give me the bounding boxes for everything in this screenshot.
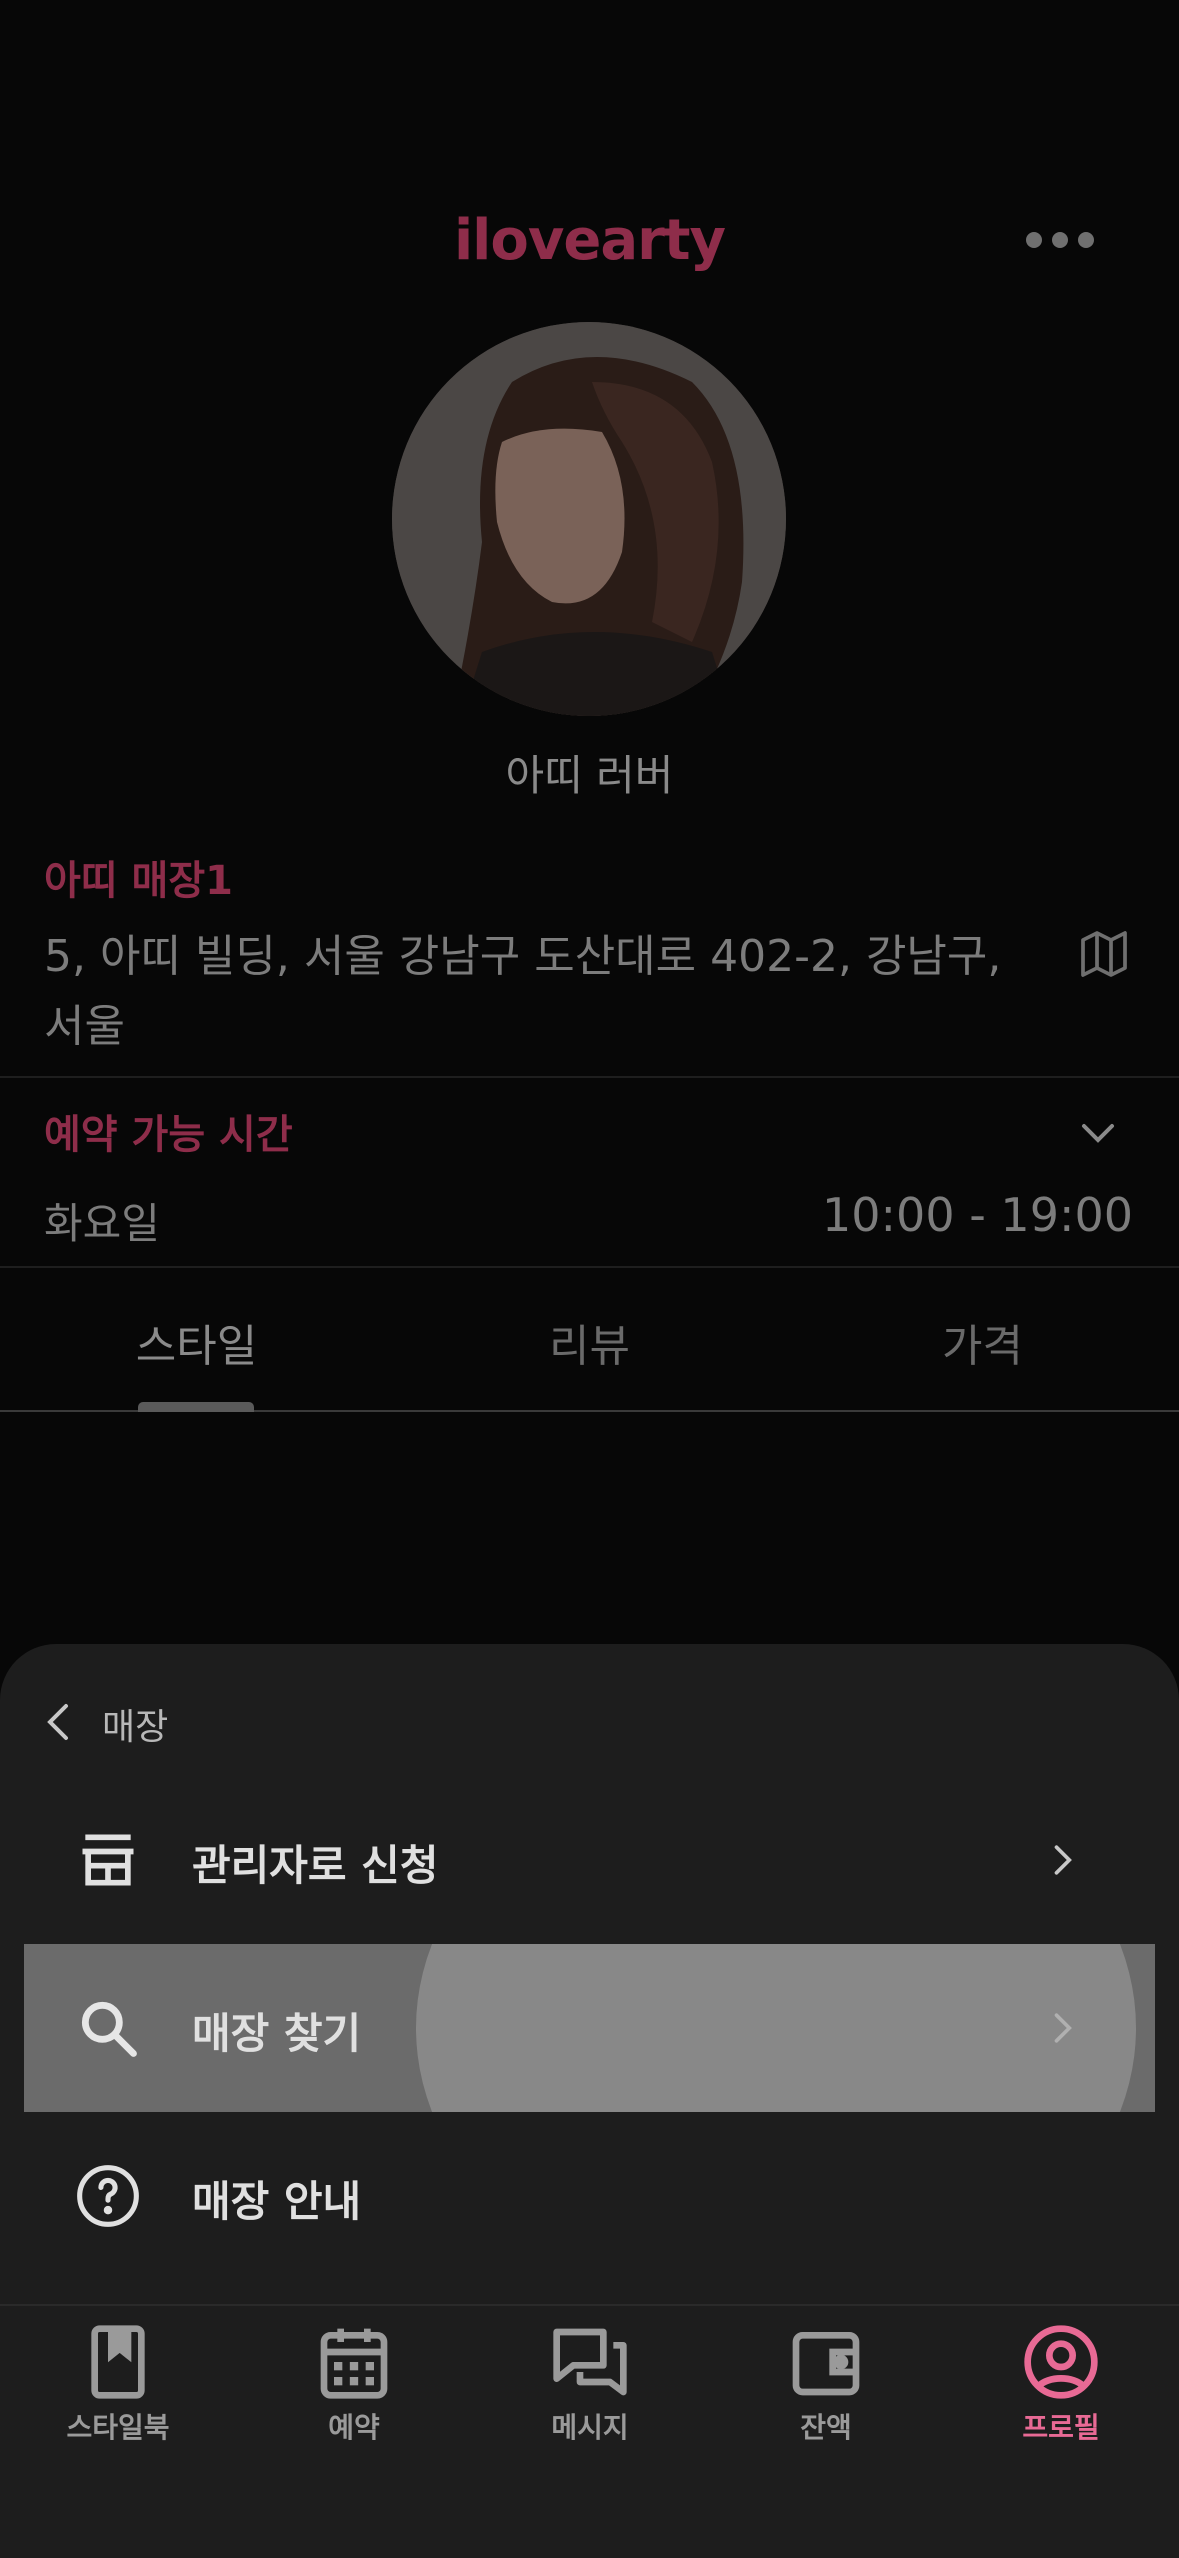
bookmark-book-icon bbox=[91, 2325, 145, 2399]
tab-price[interactable]: 가격 bbox=[786, 1310, 1179, 1374]
nav-label: 예약 bbox=[328, 2411, 380, 2444]
store-name: 아띠 매장1 bbox=[44, 858, 233, 904]
nav-label: 잔액 bbox=[800, 2411, 852, 2444]
username-title: ilovearty bbox=[453, 208, 726, 273]
nav-label: 스타일북 bbox=[66, 2411, 170, 2444]
divider bbox=[0, 1076, 1179, 1078]
sheet-title: 매장 bbox=[102, 1707, 169, 1748]
back-chevron-icon[interactable] bbox=[40, 1700, 80, 1744]
menu-item-store-guide[interactable]: 매장 안내 bbox=[24, 2112, 1155, 2280]
menu-item-label: 매장 안내 bbox=[192, 2177, 362, 2226]
more-dot-icon bbox=[1052, 232, 1068, 248]
active-tab-indicator bbox=[138, 1402, 254, 1412]
menu-item-label: 관리자로 신청 bbox=[192, 1841, 439, 1890]
display-name: 아띠 러버 bbox=[505, 751, 674, 800]
hours-title: 예약 가능 시간 bbox=[44, 1112, 293, 1158]
hours-time: 10:00 - 19:00 bbox=[822, 1188, 1133, 1242]
search-icon bbox=[74, 1994, 142, 2062]
nav-item-profile[interactable]: 프로필 bbox=[943, 2322, 1179, 2452]
nav-item-stylebook[interactable]: 스타일북 bbox=[0, 2322, 236, 2452]
wallet-icon bbox=[792, 2332, 860, 2396]
more-dot-icon bbox=[1078, 232, 1094, 248]
press-ripple bbox=[416, 1944, 1136, 2112]
profile-icon bbox=[1024, 2325, 1098, 2399]
message-icon bbox=[553, 2328, 627, 2396]
avatar[interactable] bbox=[392, 322, 786, 716]
nav-item-message[interactable]: 메시지 bbox=[472, 2322, 708, 2452]
chevron-down-icon[interactable] bbox=[1074, 1108, 1122, 1156]
chevron-right-icon bbox=[1040, 1838, 1084, 1882]
nav-item-reservation[interactable]: 예약 bbox=[236, 2322, 472, 2452]
chevron-right-icon bbox=[1040, 2006, 1084, 2050]
avatar-photo bbox=[392, 322, 786, 716]
help-icon bbox=[74, 2162, 142, 2230]
nav-item-balance[interactable]: 잔액 bbox=[708, 2322, 944, 2452]
calendar-icon bbox=[320, 2328, 388, 2399]
divider bbox=[0, 1266, 1179, 1268]
menu-item-find-store[interactable]: 매장 찾기 bbox=[24, 1944, 1155, 2112]
more-options-button[interactable] bbox=[1010, 220, 1110, 260]
store-icon bbox=[74, 1826, 142, 1894]
map-icon[interactable] bbox=[1076, 926, 1132, 982]
menu-item-label: 매장 찾기 bbox=[192, 2009, 362, 2058]
tab-style[interactable]: 스타일 bbox=[0, 1310, 393, 1374]
hours-day: 화요일 bbox=[44, 1199, 160, 1248]
more-dot-icon bbox=[1026, 232, 1042, 248]
tab-review[interactable]: 리뷰 bbox=[393, 1310, 786, 1374]
menu-item-apply-admin[interactable]: 관리자로 신청 bbox=[24, 1776, 1155, 1944]
store-address: 5, 아띠 빌딩, 서울 강남구 도산대로 402-2, 강남구, 서울 bbox=[44, 931, 1002, 1052]
nav-label: 프로필 bbox=[1022, 2411, 1100, 2444]
nav-label: 메시지 bbox=[551, 2411, 629, 2444]
